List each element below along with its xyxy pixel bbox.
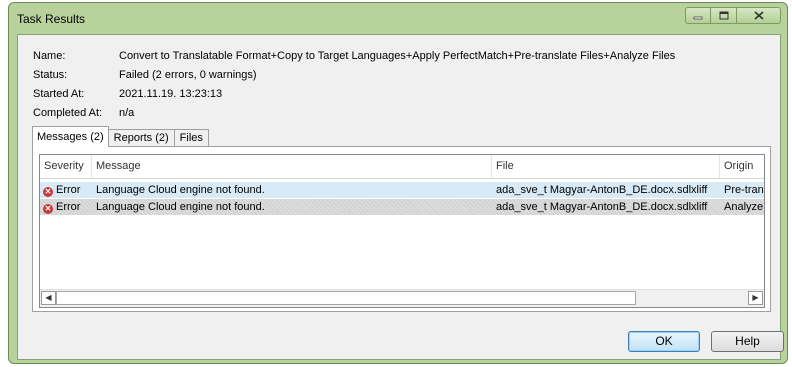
name-label: Name:	[33, 50, 66, 62]
tab-strip: Messages (2) Reports (2) Files	[32, 126, 209, 147]
file-cell: ada_sve_t Magyar-AntonB_DE.docx.sdlxliff	[496, 184, 708, 196]
messages-grid: Severity Message File Origin ✕ Error Lang…	[39, 154, 765, 308]
tab-reports[interactable]: Reports (2)	[107, 129, 175, 147]
severity-cell: ✕ Error	[40, 182, 92, 198]
message-cell: Language Cloud engine not found.	[96, 184, 265, 196]
severity-text: Error	[56, 201, 81, 213]
table-row[interactable]: ✕ Error Language Cloud engine not found. …	[40, 199, 764, 215]
minimize-button[interactable]	[685, 7, 711, 24]
horizontal-scrollbar[interactable]: ◀ ▶	[40, 289, 764, 307]
started-at-value: 2021.11.19. 13:23:13	[119, 88, 223, 100]
tab-files[interactable]: Files	[173, 129, 209, 147]
maximize-icon	[719, 11, 728, 20]
origin-cell: Analyze	[724, 201, 764, 213]
severity-cell: ✕ Error	[40, 199, 92, 215]
messages-panel: Severity Message File Origin ✕ Error Lang…	[32, 146, 771, 312]
maximize-button[interactable]	[711, 7, 737, 24]
started-at-label: Started At:	[33, 88, 85, 100]
grid-header: Severity Message File Origin	[40, 155, 764, 179]
minimize-icon	[693, 16, 703, 19]
arrow-left-icon: ◀	[45, 293, 52, 302]
close-icon	[753, 11, 764, 20]
column-header-file[interactable]: File	[492, 155, 720, 178]
column-header-message[interactable]: Message	[92, 155, 492, 178]
completed-at-value: n/a	[119, 107, 135, 119]
error-icon: ✕	[43, 204, 53, 214]
title-bar[interactable]: Task Results	[9, 3, 787, 33]
file-cell: ada_sve_t Magyar-AntonB_DE.docx.sdlxliff	[496, 201, 708, 213]
message-cell: Language Cloud engine not found.	[96, 201, 265, 213]
arrow-right-icon: ▶	[752, 293, 759, 302]
window-title: Task Results	[17, 12, 86, 26]
column-header-origin[interactable]: Origin	[720, 155, 764, 178]
status-label: Status:	[33, 69, 68, 81]
origin-cell: Pre-translate	[724, 184, 764, 196]
caption-buttons	[685, 7, 781, 25]
error-icon: ✕	[43, 187, 53, 197]
completed-at-label: Completed At:	[33, 107, 103, 119]
ok-button[interactable]: OK	[628, 331, 700, 352]
table-row[interactable]: ✕ Error Language Cloud engine not found. …	[40, 182, 764, 198]
scroll-right-button[interactable]: ▶	[748, 291, 763, 305]
severity-text: Error	[56, 184, 81, 196]
task-results-window: Task Results Name: Convert to Translatab…	[8, 2, 788, 364]
dialog-body: Name: Convert to Translatable Format+Cop…	[17, 34, 784, 360]
column-header-severity[interactable]: Severity	[40, 155, 92, 178]
close-button[interactable]	[737, 7, 781, 24]
scrollbar-thumb[interactable]	[56, 291, 636, 305]
tab-messages[interactable]: Messages (2)	[32, 126, 109, 147]
scroll-left-button[interactable]: ◀	[41, 291, 56, 305]
status-value: Failed (2 errors, 0 warnings)	[119, 69, 257, 81]
help-button[interactable]: Help	[711, 331, 784, 352]
name-value: Convert to Translatable Format+Copy to T…	[119, 50, 676, 62]
